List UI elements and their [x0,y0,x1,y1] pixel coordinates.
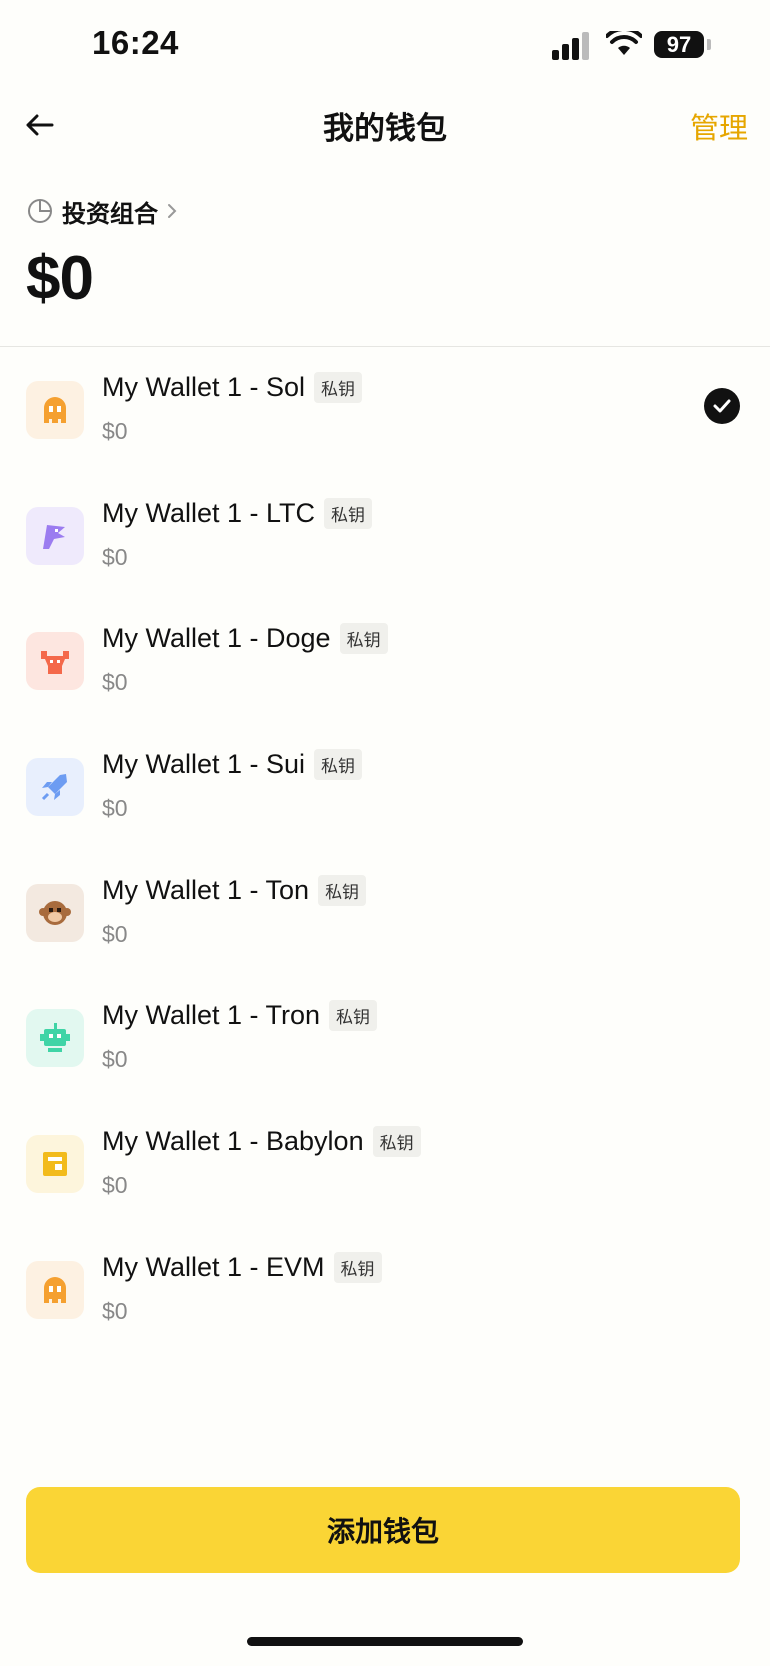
private-key-tag: 私钥 [314,372,363,403]
wallet-name-row: My Wallet 1 - Doge 私钥 [102,623,388,655]
wallet-balance: $0 [102,418,128,444]
portfolio-link[interactable]: 投资组合 [26,193,180,229]
green-robot-icon [26,1009,84,1068]
private-key-tag: 私钥 [333,1251,382,1283]
private-key-tag: 私钥 [318,874,367,906]
orange-ghost-icon [26,1260,84,1319]
wallet-name-row: My Wallet 1 - EVM 私钥 [102,1251,382,1283]
wallet-name-row: My Wallet 1 - Tron 私钥 [102,1000,378,1032]
wallet-name: My Wallet 1 - EVM [102,1251,325,1282]
wallet-item[interactable]: My Wallet 1 - LTC 私钥 $0 [0,474,770,600]
wallet-item[interactable]: My Wallet 1 - Tron 私钥 $0 [0,976,770,1102]
wallet-balance: $0 [102,920,128,947]
wallet-name-row: My Wallet 1 - Ton 私钥 [102,874,367,906]
divider [0,346,770,347]
nav-bar: 我的钱包 管理 [0,95,770,155]
private-key-tag: 私钥 [339,623,388,655]
wallet-item[interactable]: My Wallet 1 - Doge 私钥 $0 [0,599,770,725]
add-wallet-button[interactable]: 添加钱包 [26,1487,740,1573]
pie-chart-icon [28,199,52,223]
wifi-icon [606,31,642,55]
wallet-name-row: My Wallet 1 - Babylon 私钥 [102,1126,421,1158]
red-bull-icon [26,632,84,691]
wallet-balance: $0 [102,669,128,696]
chevron-right-icon [168,204,177,218]
wallet-name: My Wallet 1 - Doge [102,623,331,654]
wallet-name: My Wallet 1 - Ton [102,874,310,905]
battery-cap [707,39,711,50]
wallet-name: My Wallet 1 - Sui [102,749,306,780]
wallet-name-row: My Wallet 1 - LTC 私钥 [102,497,373,529]
wallet-name-row: My Wallet 1 - Sui 私钥 [102,749,363,781]
home-indicator [247,1637,523,1646]
wallet-name: My Wallet 1 - LTC [102,497,316,528]
portfolio-label: 投资组合 [62,200,158,228]
private-key-tag: 私钥 [329,1000,378,1032]
wallet-item[interactable]: My Wallet 1 - Sol 私钥 $0 [0,348,770,474]
page-title: 我的钱包 [323,111,447,146]
brown-monkey-icon [26,883,84,942]
yellow-wallet-icon [26,1135,84,1194]
wallet-name: My Wallet 1 - Sol [102,372,306,402]
cellular-signal-icon [552,30,592,60]
wallet-name: My Wallet 1 - Tron [102,1000,321,1031]
wallet-item[interactable]: My Wallet 1 - Ton 私钥 $0 [0,851,770,977]
wallet-item[interactable]: My Wallet 1 - EVM 私钥 $0 [0,1228,770,1354]
manage-button[interactable]: 管理 [690,105,748,147]
wallet-name: My Wallet 1 - Babylon [102,1126,364,1157]
battery-icon: 97 [654,31,704,58]
wallet-name-row: My Wallet 1 - Sol 私钥 [102,372,363,403]
wallet-item[interactable]: My Wallet 1 - Babylon 私钥 $0 [0,1102,770,1228]
private-key-tag: 私钥 [372,1126,421,1158]
wallet-balance: $0 [102,795,128,822]
status-bar: 16:24 97 [0,0,770,90]
private-key-tag: 私钥 [324,497,373,529]
wallet-balance: $0 [102,1046,128,1073]
wallet-item[interactable]: My Wallet 1 - Sui 私钥 $0 [0,725,770,851]
wallet-list: My Wallet 1 - Sol 私钥 $0 My Wallet 1 - LT… [0,348,770,1354]
private-key-tag: 私钥 [314,749,363,781]
wallet-balance: $0 [102,543,128,570]
orange-ghost-icon [26,381,84,439]
portfolio-total: $0 [26,244,94,313]
purple-bird-icon [26,506,84,565]
wallet-balance: $0 [102,1172,128,1199]
wallet-balance: $0 [102,1297,128,1324]
blue-rocket-icon [26,758,84,817]
status-time: 16:24 [92,24,179,61]
selected-check-icon [704,388,740,424]
